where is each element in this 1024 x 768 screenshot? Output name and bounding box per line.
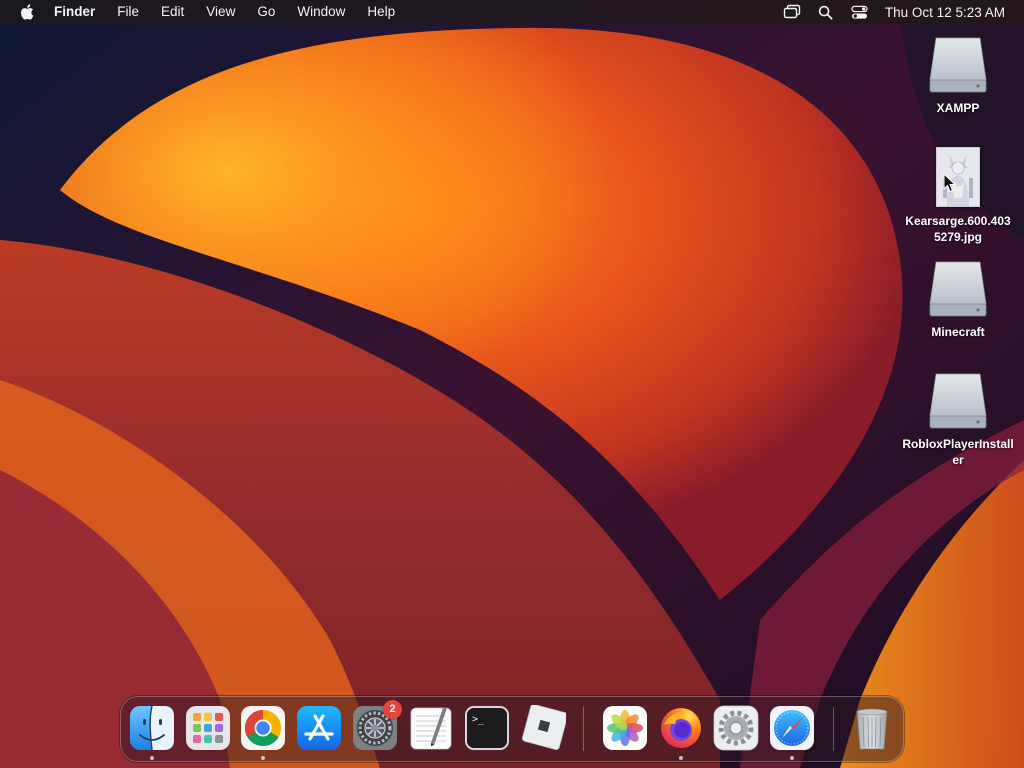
running-indicator — [150, 756, 154, 760]
app-store-icon — [297, 706, 341, 750]
dock-trash[interactable] — [849, 705, 895, 751]
menu-help[interactable]: Help — [367, 0, 395, 24]
desktop-icon-label: RobloxPlayerInstaller — [902, 437, 1014, 467]
dock-separator — [583, 707, 584, 751]
dock-separator — [833, 707, 834, 751]
disk-image-icon — [929, 261, 987, 317]
chrome-icon — [241, 706, 285, 750]
menu-bar: Finder File Edit View Go Window Help Thu… — [0, 0, 1024, 24]
disk-image-icon — [929, 373, 987, 429]
menu-window[interactable]: Window — [297, 0, 345, 24]
dock-finder[interactable] — [129, 705, 175, 751]
desktop-wallpaper — [0, 0, 1024, 768]
launchpad-icon — [186, 706, 230, 750]
dock-chrome[interactable] — [240, 705, 286, 751]
dock-textedit[interactable] — [408, 705, 454, 751]
menu-go[interactable]: Go — [257, 0, 275, 24]
running-indicator — [679, 756, 683, 760]
dock-firefox[interactable] — [658, 705, 704, 751]
finder-icon — [130, 705, 174, 751]
dock-safari[interactable] — [769, 705, 815, 751]
running-indicator — [261, 756, 265, 760]
desktop-icon-label: XAMPP — [936, 101, 980, 115]
disk-image-icon — [929, 37, 987, 93]
dock-system-settings[interactable] — [713, 705, 759, 751]
dock-roblox[interactable] — [520, 705, 566, 751]
firefox-icon — [661, 708, 701, 748]
dock: 2 >_ — [120, 696, 904, 762]
screen-mirroring-icon[interactable] — [783, 4, 801, 20]
menu-view[interactable]: View — [206, 0, 235, 24]
menu-bar-clock[interactable]: Thu Oct 12 5:23 AM — [885, 5, 1005, 20]
svg-text:>_: >_ — [472, 714, 485, 725]
textedit-icon — [410, 707, 452, 750]
mouse-pointer-icon — [943, 173, 957, 193]
desktop-icon-minecraft[interactable]: Minecraft — [900, 260, 1016, 340]
running-indicator — [790, 756, 794, 760]
menu-file[interactable]: File — [117, 0, 139, 24]
desktop-icon-image-file[interactable]: Kearsarge.600.4035279.jpg — [900, 147, 1016, 245]
roblox-icon — [522, 705, 566, 750]
menu-app-name[interactable]: Finder — [54, 0, 95, 24]
control-center-icon[interactable] — [851, 4, 869, 20]
dock-app-store[interactable] — [296, 705, 342, 751]
photos-icon — [603, 706, 647, 750]
trash-icon — [856, 708, 888, 750]
desktop-icon-roblox-installer[interactable]: RobloxPlayerInstaller — [900, 372, 1016, 468]
dock-launchpad[interactable] — [185, 705, 231, 751]
dock-photos[interactable] — [602, 705, 648, 751]
terminal-icon: >_ — [465, 706, 509, 750]
desktop-icon-label: Kearsarge.600.4035279.jpg — [905, 214, 1011, 244]
settings-gear-icon — [713, 705, 759, 751]
apple-logo-icon[interactable] — [20, 4, 34, 20]
desktop-icon-label: Minecraft — [931, 325, 985, 339]
safari-icon — [770, 706, 814, 750]
dock-system-preferences[interactable]: 2 — [352, 700, 402, 751]
menu-edit[interactable]: Edit — [161, 0, 184, 24]
desktop-icon-xampp[interactable]: XAMPP — [900, 36, 1016, 116]
spotlight-search-icon[interactable] — [817, 4, 835, 20]
dock-terminal[interactable]: >_ — [464, 705, 510, 751]
notification-badge: 2 — [383, 700, 402, 719]
